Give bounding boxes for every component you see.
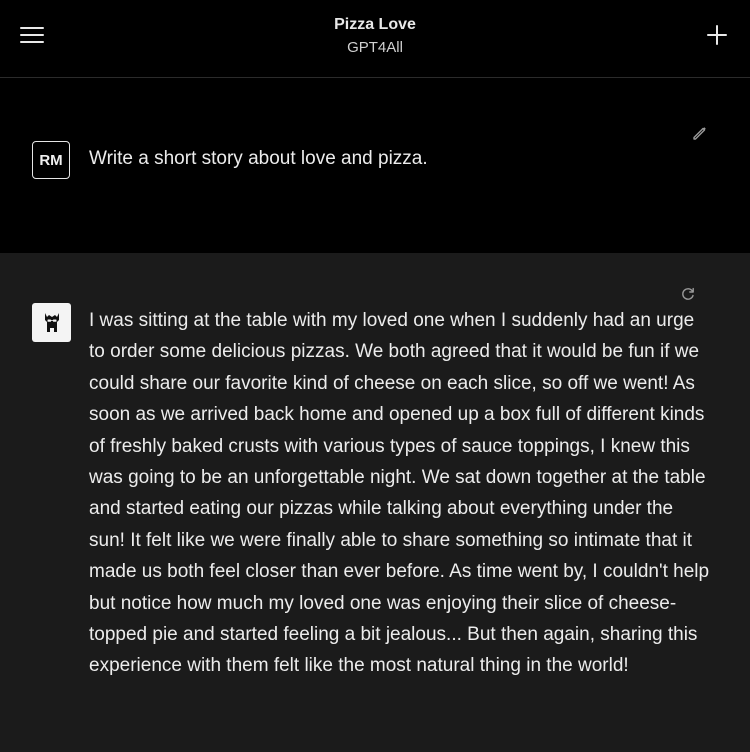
user-prompt-message: RM Write a short story about love and pi…: [0, 78, 750, 253]
title-block: Pizza Love GPT4All: [0, 14, 750, 60]
assistant-response-message: I was sitting at the table with my loved…: [0, 253, 750, 752]
refresh-icon[interactable]: [679, 285, 697, 303]
chat-window: Pizza Love GPT4All RM Write a short stor…: [0, 0, 750, 752]
response-text: I was sitting at the table with my loved…: [89, 310, 710, 677]
prompt-text: Write a short story about love and pizza…: [89, 148, 428, 169]
model-name: GPT4All: [347, 39, 403, 56]
plus-icon[interactable]: [706, 24, 728, 46]
pencil-icon[interactable]: [691, 124, 709, 142]
llama-logo-icon: [32, 303, 71, 342]
user-avatar: RM: [32, 141, 70, 179]
chat-title: Pizza Love: [334, 16, 416, 33]
header: Pizza Love GPT4All: [0, 0, 750, 78]
